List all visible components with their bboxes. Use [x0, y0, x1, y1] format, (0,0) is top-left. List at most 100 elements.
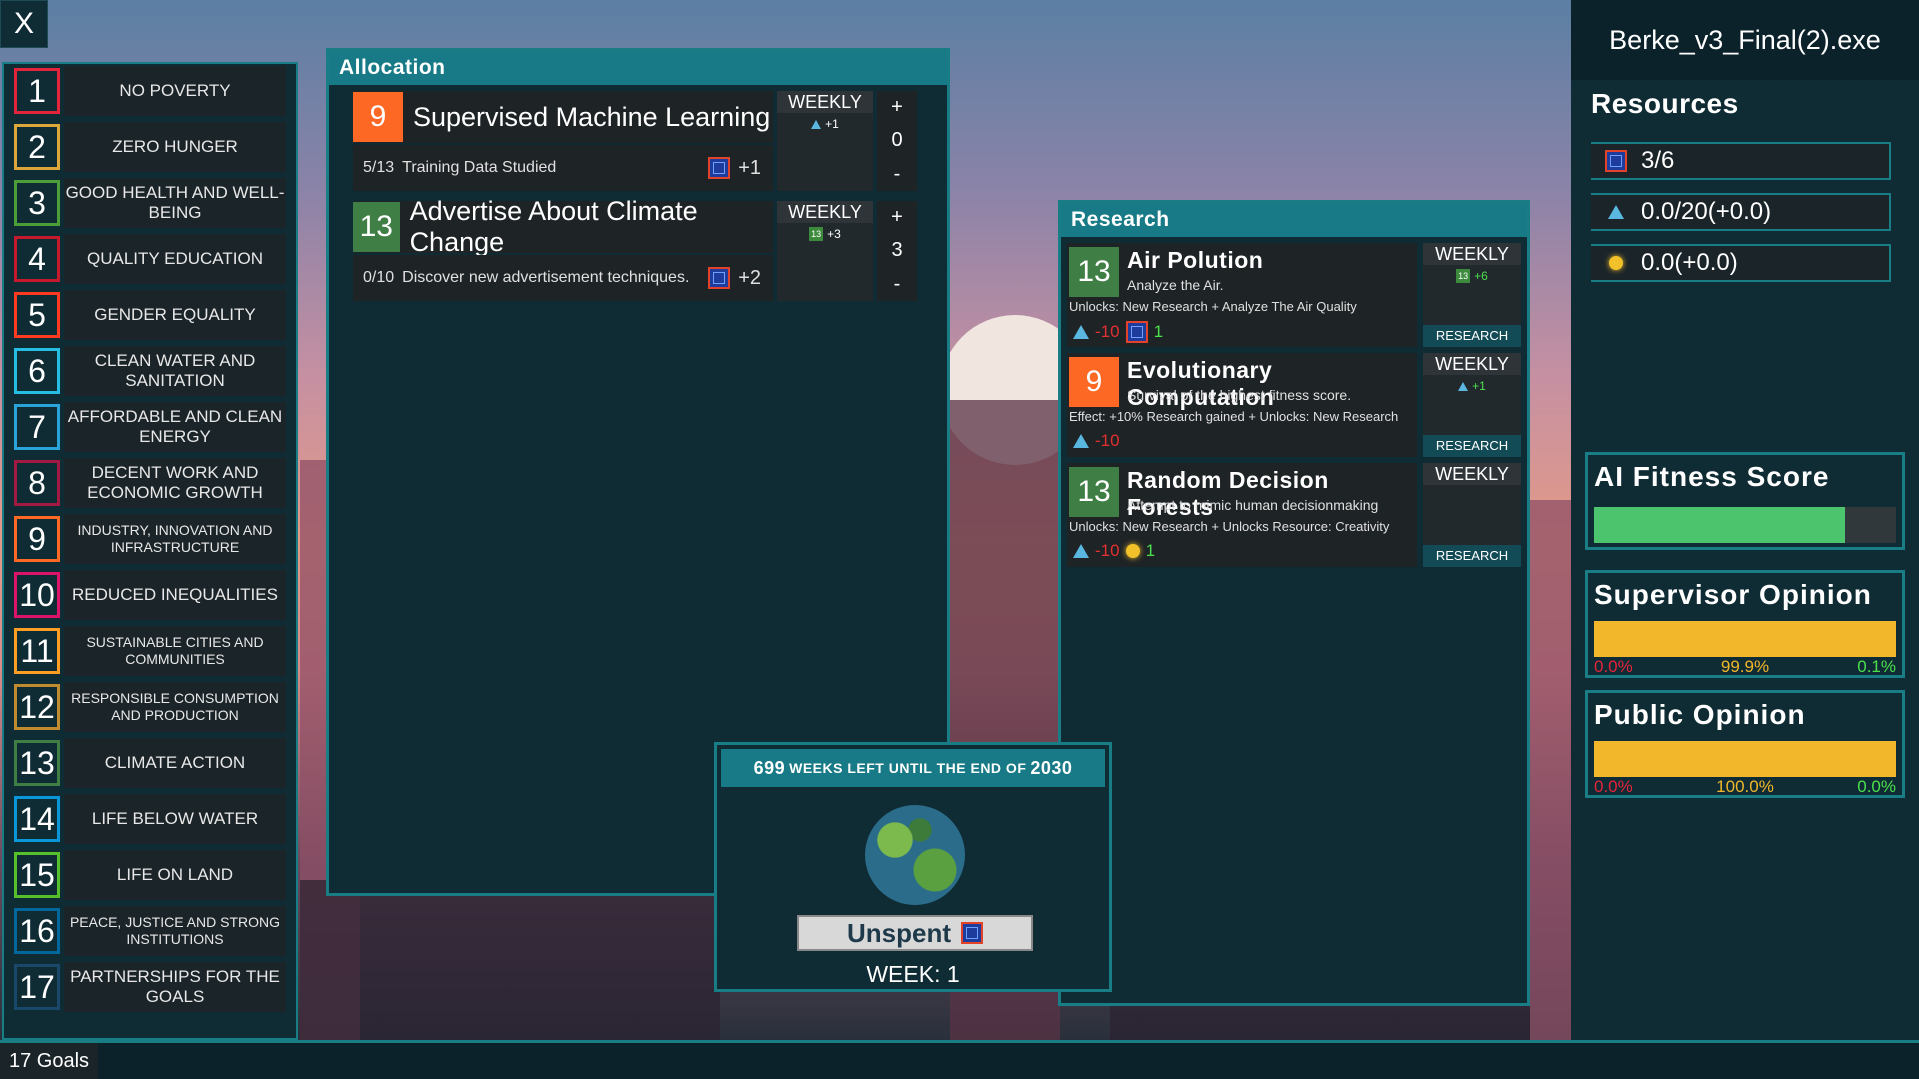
goal-item[interactable]: 2 ZERO HUNGER: [14, 122, 290, 172]
research-item: 13 Random Decision Forests Attempt to mimi…: [1067, 463, 1527, 567]
goal-badge: 13: [1069, 247, 1119, 297]
research-description: Survival of the highest fitness score.: [1127, 387, 1352, 403]
unspent-label: Unspent: [847, 917, 951, 948]
resource-row: 0.0(+0.0): [1591, 244, 1891, 282]
supervisor-opinion-bar: [1594, 621, 1896, 657]
supervisor-opinion-labels: 0.0% 99.9% 0.1%: [1594, 657, 1896, 677]
research-button[interactable]: RESEARCH: [1423, 435, 1521, 457]
goal-item[interactable]: 15 LIFE ON LAND: [14, 850, 290, 900]
goal-item[interactable]: 9 INDUSTRY, INNOVATION AND INFRASTRUCTURE: [14, 514, 290, 564]
research-cost: -10 1: [1073, 541, 1155, 561]
goal-number: 10: [14, 572, 60, 618]
research-title: Research: [1061, 203, 1527, 237]
progress-description: Training Data Studied: [402, 159, 557, 176]
gain-value: 1: [1145, 541, 1156, 560]
allocation-item-progress: 5/13 Training Data Studied +1: [353, 145, 773, 191]
resource-value: 0.0/20(+0.0): [1641, 198, 1772, 225]
goal-item[interactable]: 10 REDUCED INEQUALITIES: [14, 570, 290, 620]
goal-number: 3: [14, 180, 60, 226]
public-opinion-meter: Public Opinion 0.0% 100.0% 0.0%: [1585, 690, 1905, 798]
chip-icon: [1125, 321, 1148, 343]
public-positive: 0.0%: [1857, 777, 1896, 796]
building-decoration: [1530, 500, 1575, 1040]
flask-icon: [1073, 434, 1089, 448]
ai-fitness-meter: AI Fitness Score: [1585, 452, 1905, 550]
reward: +2: [708, 267, 761, 290]
supervisor-opinion-fill: [1594, 621, 1896, 657]
goals-list: 1 NO POVERTY 2 ZERO HUNGER 3 GOOD HEALTH AND …: [2, 62, 298, 1040]
weekly-label: WEEKLY: [777, 91, 873, 113]
supervisor-opinion-title: Supervisor Opinion: [1594, 579, 1872, 610]
allocation-count: 3: [891, 239, 903, 262]
allocation-count: 0: [891, 129, 903, 152]
goal-label: GOOD HEALTH AND WELL-BEING: [64, 178, 286, 228]
flask-icon: [1608, 205, 1624, 219]
goal-badge: 13: [353, 202, 400, 252]
allocation-item-header: 9 Supervised Machine Learning: [353, 91, 773, 143]
goal-label: SUSTAINABLE CITIES AND COMMUNITIES: [64, 626, 286, 676]
goal-label: REDUCED INEQUALITIES: [64, 570, 286, 620]
progress-count: 5/13: [363, 159, 395, 176]
increment-button[interactable]: +: [891, 206, 903, 229]
flask-icon: [1458, 381, 1469, 391]
goal-number: 14: [14, 796, 60, 842]
goal-badge-icon: 13: [1456, 269, 1471, 283]
goal-item[interactable]: 3 GOOD HEALTH AND WELL-BEING: [14, 178, 290, 228]
research-item-body: 13 Random Decision Forests Attempt to mimi…: [1067, 463, 1417, 567]
goal-item[interactable]: 11 SUSTAINABLE CITIES AND COMMUNITIES: [14, 626, 290, 676]
increment-button[interactable]: +: [891, 96, 903, 119]
goal-item[interactable]: 6 CLEAN WATER AND SANITATION: [14, 346, 290, 396]
goal-item[interactable]: 8 DECENT WORK AND ECONOMIC GROWTH: [14, 458, 290, 508]
resource-row: 0.0/20(+0.0): [1591, 193, 1891, 231]
research-description: Attempt to mimic human decisionmaking: [1127, 497, 1379, 513]
goal-label: ZERO HUNGER: [64, 122, 286, 172]
weeks-left-text: weeks left until the end of: [789, 760, 1027, 776]
weekly-box: WEEKLY 13 +3: [777, 201, 873, 301]
goal-number: 7: [14, 404, 60, 450]
goal-item[interactable]: 5 GENDER EQUALITY: [14, 290, 290, 340]
goal-label: LIFE BELOW WATER: [64, 794, 286, 844]
goal-label: QUALITY EDUCATION: [64, 234, 286, 284]
allocation-stepper: +3 -: [877, 201, 917, 301]
research-cost: -10: [1073, 431, 1120, 451]
weeks-left-banner: 699 weeks left until the end of 2030: [721, 749, 1105, 787]
research-unlocks: Effect: +10% Research gained + Unlocks: …: [1069, 409, 1399, 424]
close-button[interactable]: X: [0, 0, 48, 48]
goal-item[interactable]: 14 LIFE BELOW WATER: [14, 794, 290, 844]
weekly-box: WEEKLY +1: [777, 91, 873, 191]
building-decoration: [300, 880, 720, 1040]
research-button[interactable]: RESEARCH: [1423, 325, 1521, 347]
research-panel: Research 13 Air Polution Analyze the Air. U…: [1058, 200, 1530, 1006]
decrement-button[interactable]: -: [894, 273, 901, 296]
decrement-button[interactable]: -: [894, 163, 901, 186]
unspent-button[interactable]: Unspent: [797, 915, 1033, 951]
goal-label: CLEAN WATER AND SANITATION: [64, 346, 286, 396]
goal-item[interactable]: 7 AFFORDABLE AND CLEAN ENERGY: [14, 402, 290, 452]
supervisor-negative: 0.0%: [1594, 657, 1633, 676]
goal-label: AFFORDABLE AND CLEAN ENERGY: [64, 402, 286, 452]
chip-icon: [708, 157, 731, 179]
goal-label: PEACE, JUSTICE AND STRONG INSTITUTIONS: [64, 906, 286, 956]
week-counter: WEEK: 1: [866, 961, 960, 987]
goal-item[interactable]: 1 NO POVERTY: [14, 66, 290, 116]
cost-value: -10: [1095, 322, 1120, 341]
goal-number: 11: [14, 628, 60, 674]
goal-number: 5: [14, 292, 60, 338]
resource-value: 0.0(+0.0): [1641, 249, 1738, 276]
goal-number: 6: [14, 348, 60, 394]
goal-item[interactable]: 12 RESPONSIBLE CONSUMPTION AND PRODUCTION: [14, 682, 290, 732]
goal-item[interactable]: 13 CLIMATE ACTION: [14, 738, 290, 788]
resource-icon-wrap: [1591, 205, 1641, 219]
goal-item[interactable]: 17 PARTNERSHIPS FOR THE GOALS: [14, 962, 290, 1012]
weekly-value: +1: [1423, 379, 1521, 393]
research-side: WEEKLY +1 RESEARCH: [1423, 353, 1521, 457]
goal-item[interactable]: 16 PEACE, JUSTICE AND STRONG INSTITUTIONS: [14, 906, 290, 956]
goal-number: 15: [14, 852, 60, 898]
goal-item[interactable]: 4 QUALITY EDUCATION: [14, 234, 290, 284]
goals-tab[interactable]: 17 Goals: [0, 1043, 98, 1079]
globe-icon: [865, 805, 965, 905]
research-button[interactable]: RESEARCH: [1423, 545, 1521, 567]
research-unlocks: Unlocks: New Research + Analyze The Air …: [1069, 299, 1357, 314]
goal-label: INDUSTRY, INNOVATION AND INFRASTRUCTURE: [64, 514, 286, 564]
allocation-item: 9 Supervised Machine Learning 5/13 Training…: [353, 91, 953, 195]
